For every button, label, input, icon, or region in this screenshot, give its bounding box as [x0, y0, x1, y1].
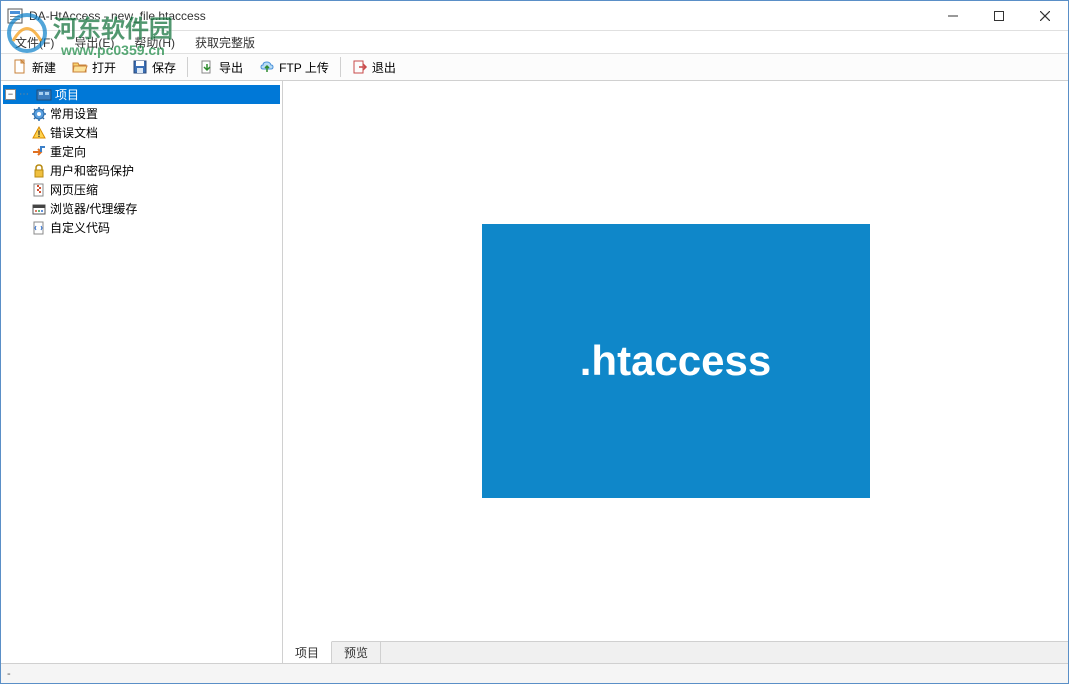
cache-icon [31, 201, 47, 217]
maximize-button[interactable] [976, 1, 1022, 31]
window-controls [930, 1, 1068, 31]
toolbar-separator [187, 57, 188, 77]
tree-item-label: 网页压缩 [50, 181, 98, 198]
tree-item-user-password[interactable]: 用户和密码保护 [3, 161, 280, 180]
tree-item-compression[interactable]: 网页压缩 [3, 180, 280, 199]
exit-button[interactable]: 退出 [345, 56, 403, 79]
collapse-icon[interactable]: − [5, 89, 16, 100]
ftp-label: FTP 上传 [279, 59, 329, 76]
lock-icon [31, 163, 47, 179]
new-file-icon [12, 59, 28, 75]
menu-export[interactable]: 导出(E) [66, 32, 122, 53]
tree-item-error-docs[interactable]: ! 错误文档 [3, 123, 280, 142]
status-text: - [7, 668, 11, 680]
sidebar: − ⋯ 项目 常用设置 ! 错误文档 重定向 [1, 81, 283, 663]
ftp-upload-button[interactable]: FTP 上传 [252, 56, 336, 79]
statusbar: - [1, 663, 1068, 683]
htaccess-logo-box: .htaccess [482, 224, 870, 498]
titlebar: DA-HtAccess - new_file.htaccess [1, 1, 1068, 31]
toolbar: 新建 打开 保存 导出 FTP 上传 退出 [1, 53, 1068, 81]
tree-root-label: 项目 [55, 86, 79, 103]
open-folder-icon [72, 59, 88, 75]
bottom-tabstrip: 项目 预览 [283, 641, 1068, 663]
open-label: 打开 [92, 59, 116, 76]
code-icon [31, 220, 47, 236]
menu-getfull[interactable]: 获取完整版 [187, 32, 263, 53]
tree-item-label: 用户和密码保护 [50, 162, 134, 179]
tab-preview[interactable]: 预览 [332, 642, 381, 663]
compress-icon [31, 182, 47, 198]
app-icon [7, 8, 23, 24]
project-icon [36, 87, 52, 103]
export-label: 导出 [219, 59, 243, 76]
svg-text:!: ! [38, 129, 41, 139]
save-icon [132, 59, 148, 75]
tree: − ⋯ 项目 常用设置 ! 错误文档 重定向 [1, 81, 282, 663]
export-button[interactable]: 导出 [192, 56, 250, 79]
tree-item-browser-cache[interactable]: 浏览器/代理缓存 [3, 199, 280, 218]
settings-icon [31, 106, 47, 122]
toolbar-separator [340, 57, 341, 77]
tree-item-common-settings[interactable]: 常用设置 [3, 104, 280, 123]
open-button[interactable]: 打开 [65, 56, 123, 79]
tree-root-project[interactable]: − ⋯ 项目 [3, 85, 280, 104]
menu-file[interactable]: 文件(F) [7, 32, 62, 53]
error-doc-icon: ! [31, 125, 47, 141]
content-area: .htaccess [283, 81, 1068, 641]
tree-item-redirect[interactable]: 重定向 [3, 142, 280, 161]
save-button[interactable]: 保存 [125, 56, 183, 79]
tree-item-label: 重定向 [50, 143, 86, 160]
htaccess-logo-text: .htaccess [580, 337, 771, 385]
minimize-button[interactable] [930, 1, 976, 31]
body: − ⋯ 项目 常用设置 ! 错误文档 重定向 [1, 81, 1068, 663]
tree-item-label: 浏览器/代理缓存 [50, 200, 137, 217]
export-icon [199, 59, 215, 75]
menubar: 文件(F) 导出(E) 帮助(H) 获取完整版 [1, 31, 1068, 53]
menu-help[interactable]: 帮助(H) [126, 32, 183, 53]
tree-item-custom-code[interactable]: 自定义代码 [3, 218, 280, 237]
main-panel: .htaccess 项目 预览 [283, 81, 1068, 663]
ftp-upload-icon [259, 59, 275, 75]
close-button[interactable] [1022, 1, 1068, 31]
new-button[interactable]: 新建 [5, 56, 63, 79]
redirect-icon [31, 144, 47, 160]
save-label: 保存 [152, 59, 176, 76]
exit-icon [352, 59, 368, 75]
tree-item-label: 自定义代码 [50, 219, 110, 236]
new-label: 新建 [32, 59, 56, 76]
tree-item-label: 常用设置 [50, 105, 98, 122]
window-title: DA-HtAccess - new_file.htaccess [29, 9, 930, 23]
tab-project[interactable]: 项目 [283, 641, 332, 663]
tree-item-label: 错误文档 [50, 124, 98, 141]
exit-label: 退出 [372, 59, 396, 76]
app-window: 河东软件园 www.pc0359.cn DA-HtAccess - new_fi… [0, 0, 1069, 684]
dotted-connector: ⋯ [19, 89, 33, 100]
